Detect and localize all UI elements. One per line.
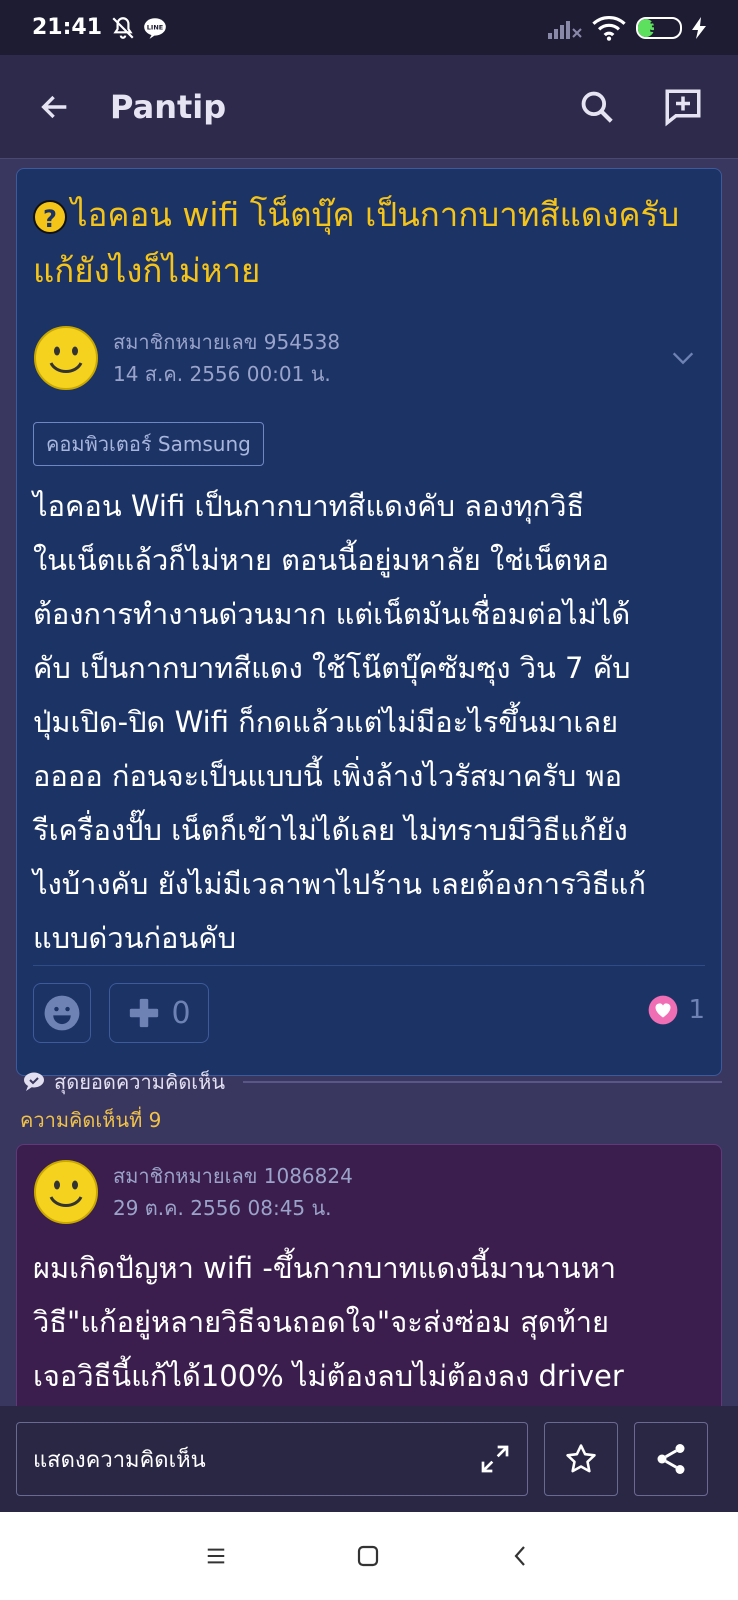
emotion-summary[interactable]: 1	[648, 995, 705, 1025]
comment-bar: แสดงความคิดเห็น	[0, 1406, 738, 1512]
svg-text:LINE: LINE	[147, 23, 163, 31]
topic-body-line: คับ เป็นกากบาทสีแดง ใช้โน๊ตบุ๊คซัมซุง วิ…	[33, 651, 631, 685]
plus-vote-button[interactable]: 0	[109, 983, 209, 1043]
battery-icon: 37	[636, 16, 682, 39]
topic-body: ไอคอน Wifi เป็นกากบาทสีแดงคับ ลองทุกวิธี…	[33, 479, 719, 965]
wifi-icon	[592, 15, 626, 41]
topic-body-line: ไงบ้างคับ ยังไม่มีเวลาพาไปร้าน เลยต้องกา…	[33, 867, 646, 901]
avatar[interactable]	[33, 325, 99, 391]
comment-number: ความคิดเห็นที่ 9	[20, 1108, 162, 1132]
plus-count: 0	[171, 995, 191, 1031]
topic-author-name[interactable]: สมาชิกหมายเลข 954538	[113, 326, 340, 358]
comment-card: สมาชิกหมายเลข 1086824 29 ต.ค. 2556 08:45…	[16, 1144, 722, 1406]
avatar[interactable]	[33, 1159, 99, 1225]
favorite-button[interactable]	[544, 1422, 618, 1496]
home-icon[interactable]	[356, 1544, 380, 1568]
topic-title: ? ไอคอน wifi โน็ตบุ๊ค เป็นกากบาทสีแดงครับ…	[33, 187, 713, 299]
question-icon: ?	[33, 199, 67, 234]
menu-icon[interactable]	[205, 1545, 227, 1567]
topic-author-row: สมาชิกหมายเลข 954538 14 ส.ค. 2556 00:01 …	[33, 323, 713, 393]
thread-content[interactable]: ? ไอคอน wifi โน็ตบุ๊ค เป็นกากบาทสีแดงครับ…	[0, 160, 738, 1406]
comment-body-line: เจอวิธีนี้แก้ได้100% ไม่ต้องลบไม่ต้องลง …	[33, 1359, 624, 1393]
best-comments-header: สุดยอดความคิดเห็น	[22, 1066, 722, 1098]
bell-off-icon	[112, 16, 134, 39]
star-icon	[566, 1444, 596, 1473]
best-comments-label: สุดยอดความคิดเห็น	[54, 1070, 225, 1094]
status-bar: 21:41 LINE 37	[0, 0, 738, 55]
back-button[interactable]	[0, 90, 110, 124]
app-bar: Pantip	[0, 55, 738, 159]
topic-card: ? ไอคอน wifi โน็ตบุ๊ค เป็นกากบาทสีแดงครับ…	[16, 168, 722, 1076]
back-nav-icon[interactable]	[509, 1544, 533, 1568]
emotion-button[interactable]	[33, 983, 91, 1043]
topic-divider	[33, 965, 705, 966]
topic-date: 14 ส.ค. 2556 00:01 น.	[113, 362, 331, 386]
comment-input-placeholder: แสดงความคิดเห็น	[33, 1447, 206, 1473]
share-icon	[657, 1444, 685, 1474]
topic-body-line: ในเน็ตแล้วก็ไม่หาย ตอนนี้อยู่มหาลัย ใช่เ…	[33, 543, 609, 577]
topic-body-line: รีเครื่องปั๊บ เน็ตก็เข้าไม่ได้เลย ไม่ทรา…	[33, 813, 628, 847]
line-icon: LINE	[144, 17, 166, 39]
comment-body-line: วิธี"แก้อยู่หลายวิธีจนถอดใจ"จะส่งซ่อม สุ…	[33, 1305, 610, 1339]
comment-input[interactable]: แสดงความคิดเห็น	[16, 1422, 528, 1496]
expand-icon[interactable]	[479, 1443, 511, 1475]
comment-author-name[interactable]: สมาชิกหมายเลข 1086824	[113, 1160, 353, 1192]
topic-body-line: แบบด่วนก่อนคับ	[33, 921, 237, 955]
battery-level: 37	[649, 19, 669, 36]
heart-count: 1	[688, 995, 705, 1025]
topic-tag[interactable]: คอมพิวเตอร์ Samsung	[33, 422, 264, 466]
best-comments-divider	[243, 1081, 722, 1083]
new-topic-icon[interactable]	[662, 86, 704, 128]
topic-body-line: ปุ่มเปิด-ปิด Wifi ก็กดแล้วแต่ไม่มีอะไรขึ…	[33, 705, 619, 739]
comment-body: ผมเกิดปัญหา wifi -ขึ้นกากบาทแดงนี้มานานห…	[33, 1241, 713, 1403]
comment-body-line: ผมเกิดปัญหา wifi -ขึ้นกากบาทแดงนี้มานานห…	[33, 1251, 616, 1285]
topic-title-text: ไอคอน wifi โน็ตบุ๊ค เป็นกากบาทสีแดงครับ …	[33, 195, 680, 290]
topic-body-line: ไอคอน Wifi เป็นกากบาทสีแดงคับ ลองทุกวิธี	[33, 489, 585, 523]
app-title: Pantip	[110, 87, 227, 126]
share-button[interactable]	[634, 1422, 708, 1496]
smile-icon	[44, 995, 80, 1031]
topic-body-line: ต้องการทำงานด่วนมาก แต่เน็ตมันเชื่อมต่อไ…	[33, 597, 631, 631]
heart-icon	[649, 995, 678, 1025]
plus-icon	[130, 998, 159, 1028]
system-nav-bar	[0, 1512, 738, 1600]
arrow-left-icon	[41, 95, 67, 118]
comment-author-row: สมาชิกหมายเลข 1086824 29 ต.ค. 2556 08:45…	[33, 1159, 353, 1225]
signal-icon	[548, 20, 582, 39]
charging-icon	[692, 16, 706, 39]
search-icon[interactable]	[578, 88, 616, 126]
status-time: 21:41	[32, 15, 103, 40]
topic-body-line: ออออ ก่อนจะเป็นแบบนี้ เพิ่งล้างไวรัสมาคร…	[33, 759, 623, 793]
speech-bubble-icon	[24, 1072, 44, 1091]
chevron-down-icon[interactable]	[669, 344, 697, 372]
comment-date: 29 ต.ค. 2556 08:45 น.	[113, 1196, 332, 1220]
